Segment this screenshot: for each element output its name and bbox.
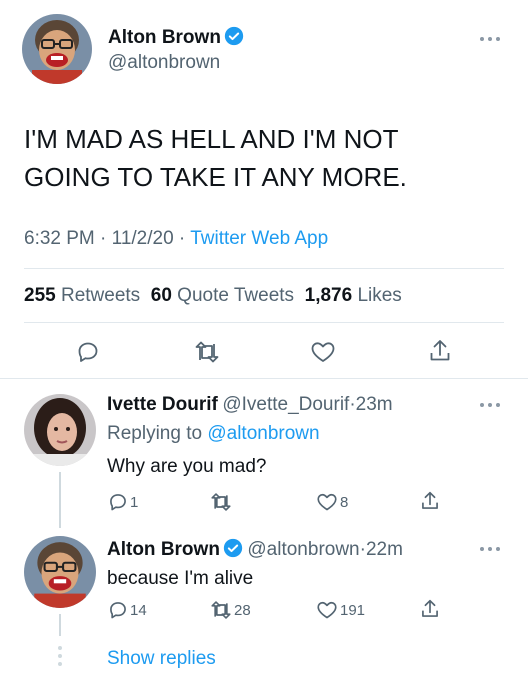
avatar-alton-brown[interactable] <box>24 536 96 608</box>
reply-icon[interactable] <box>76 340 100 364</box>
reply-header: Ivette Dourif @Ivette_Dourif·23m <box>107 394 393 416</box>
show-replies-link[interactable]: Show replies <box>107 648 216 670</box>
author-name[interactable]: Alton Brown <box>108 26 244 49</box>
tweet-source[interactable]: Twitter Web App <box>190 228 328 249</box>
replying-to: Replying to @altonbrown <box>107 423 320 445</box>
more-options-icon[interactable] <box>480 34 502 44</box>
more-options-icon[interactable] <box>480 400 502 410</box>
heart-icon[interactable] <box>316 600 338 620</box>
thread-dot <box>58 662 62 666</box>
reply-text: Why are you mad? <box>107 456 267 477</box>
meta-separator: · <box>100 228 107 249</box>
share-icon[interactable] <box>420 490 440 512</box>
tweet-text: I'M MAD AS HELL AND I'M NOT GOING TO TAK… <box>24 120 407 196</box>
reply-text: because I'm alive <box>107 568 254 589</box>
reply-author-handle[interactable]: @altonbrown <box>247 539 359 560</box>
replying-to-label: Replying to <box>107 423 203 444</box>
reply-author-handle[interactable]: @Ivette_Dourif <box>222 394 349 415</box>
retweet-icon[interactable] <box>194 340 220 364</box>
like-count: 8 <box>340 494 349 511</box>
avatar-ivette-dourif[interactable] <box>24 394 96 466</box>
reply-author-name[interactable]: Ivette Dourif <box>107 394 218 415</box>
reply-time[interactable]: 22m <box>366 539 403 560</box>
reply-icon[interactable] <box>108 600 128 620</box>
divider <box>24 268 504 269</box>
retweets-stat[interactable]: 255 Retweets <box>24 285 140 306</box>
tweet-text-line-2: GOING TO TAKE IT ANY MORE. <box>24 162 407 192</box>
divider <box>24 322 504 323</box>
author-name-text[interactable]: Alton Brown <box>108 27 221 48</box>
thread-line <box>59 472 61 528</box>
verified-badge-icon <box>224 26 244 46</box>
heart-icon[interactable] <box>316 492 338 512</box>
tweet-date[interactable]: 11/2/20 <box>112 228 174 249</box>
share-icon[interactable] <box>428 338 452 364</box>
divider <box>0 378 528 379</box>
engagement-stats: 255 Retweets 60 Quote Tweets 1,876 Likes <box>24 285 402 307</box>
thread-dot <box>58 654 62 658</box>
thread-line <box>59 614 61 636</box>
avatar-alton-brown[interactable] <box>22 14 92 84</box>
heart-icon[interactable] <box>310 340 336 364</box>
verified-badge-icon <box>223 538 243 558</box>
author-handle[interactable]: @altonbrown <box>108 52 220 74</box>
likes-stat[interactable]: 1,876 Likes <box>305 285 402 306</box>
quote-tweets-stat[interactable]: 60 Quote Tweets <box>151 285 294 306</box>
reply-count: 1 <box>130 494 139 511</box>
thread-dot <box>58 646 62 650</box>
like-count: 191 <box>340 602 366 619</box>
tweet-time[interactable]: 6:32 PM <box>24 228 95 249</box>
reply-author-name[interactable]: Alton Brown <box>107 539 220 560</box>
retweet-count: 28 <box>234 602 251 619</box>
meta-separator: · <box>178 228 186 249</box>
share-icon[interactable] <box>420 598 440 620</box>
retweet-icon[interactable] <box>210 492 232 512</box>
tweet-text-line-1: I'M MAD AS HELL AND I'M NOT <box>24 124 399 154</box>
reply-icon[interactable] <box>108 492 128 512</box>
reply-time[interactable]: 23m <box>356 394 393 415</box>
reply-header: Alton Brown @altonbrown·22m <box>107 538 403 561</box>
reply-count: 14 <box>130 602 147 619</box>
retweet-icon[interactable] <box>210 600 232 620</box>
replying-to-handle[interactable]: @altonbrown <box>207 423 319 444</box>
more-options-icon[interactable] <box>480 544 502 554</box>
tweet-meta: 6:32 PM · 11/2/20 · Twitter Web App <box>24 228 328 250</box>
